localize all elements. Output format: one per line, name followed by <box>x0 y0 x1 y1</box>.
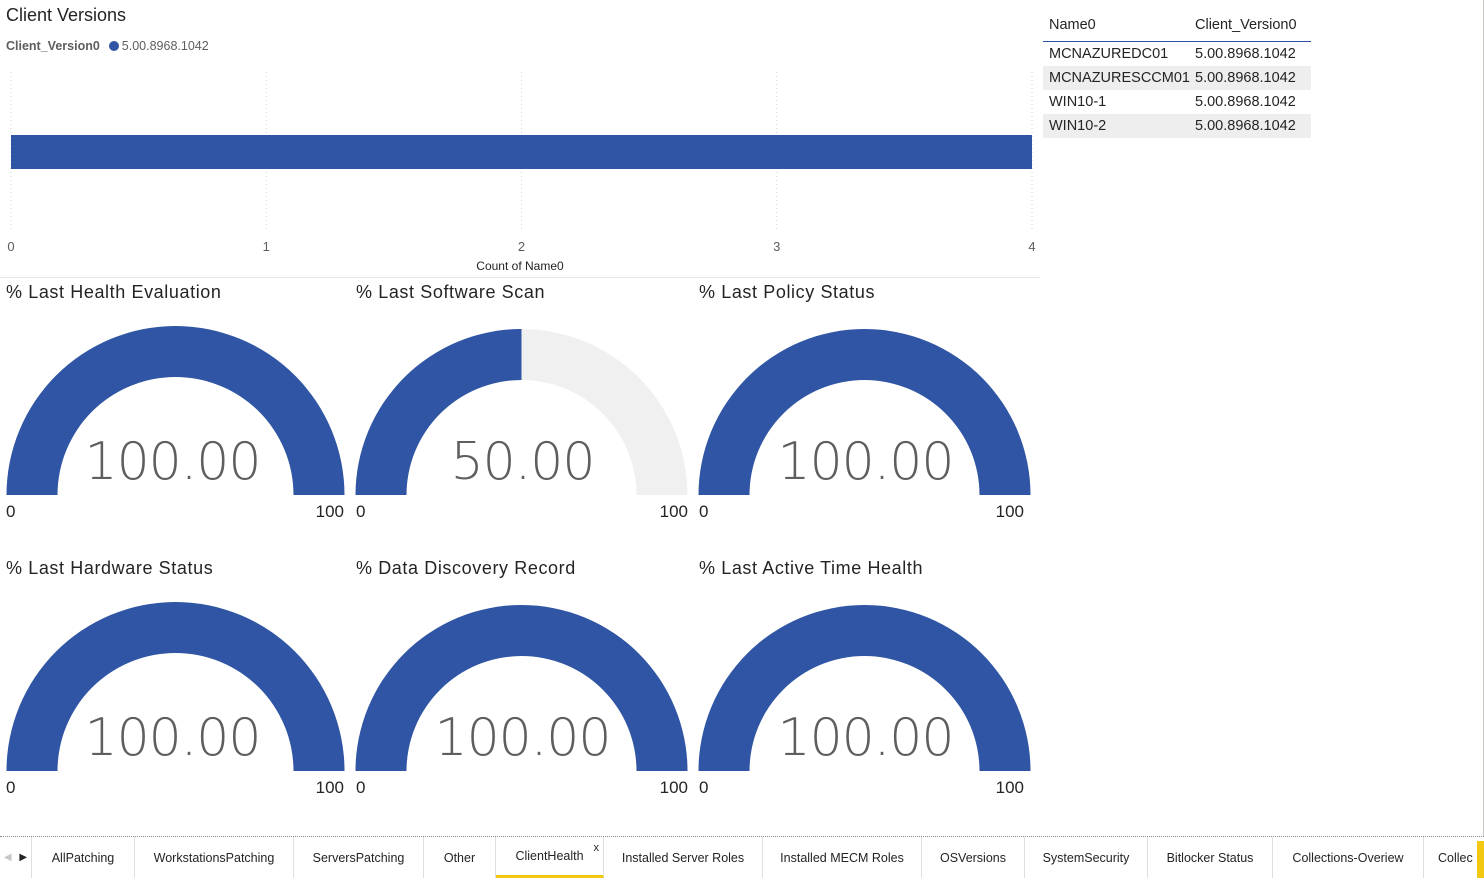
gauge-value: 50.00 <box>450 432 596 492</box>
table-cell: 5.00.8968.1042 <box>1195 118 1296 134</box>
gauge-value: 100.00 <box>84 708 262 768</box>
gauge-max: 100 <box>659 502 688 521</box>
tab-label: Collections-Overiew <box>1292 850 1404 865</box>
table-row[interactable]: WIN10-2 5.00.8968.1042 <box>1043 114 1311 138</box>
gauge-value: 100.00 <box>777 708 955 768</box>
table-cell: 5.00.8968.1042 <box>1195 70 1296 86</box>
table-cell: 5.00.8968.1042 <box>1195 94 1296 110</box>
tab-allpatching[interactable]: AllPatching <box>32 837 135 878</box>
gauge-arc <box>6 602 345 771</box>
column-header-client-version0[interactable]: Client_Version0 <box>1195 17 1311 33</box>
gauge-max: 100 <box>659 778 688 797</box>
gauge-last-software-scan[interactable]: % Last Software Scan 50.00 0 100 <box>350 282 695 542</box>
tab-label: Installed Server Roles <box>621 850 745 865</box>
client-versions-title: Client Versions <box>6 5 127 25</box>
gauge-max: 100 <box>995 502 1024 521</box>
tab-systemsecurity[interactable]: SystemSecurity <box>1025 837 1148 878</box>
page-tabs: ◀ ▶ AllPatching WorkstationsPatching Ser… <box>0 836 1484 878</box>
tab-other[interactable]: Other <box>424 837 496 878</box>
chart-legend[interactable]: Client_Version0 5.00.8968.1042 <box>6 39 209 53</box>
x-tick-label: 1 <box>263 239 270 254</box>
tab-collec[interactable]: Collec <box>1424 837 1484 878</box>
x-tick-label: 3 <box>773 239 780 254</box>
tab-label: Installed MECM Roles <box>780 850 904 865</box>
tab-osversions[interactable]: OSVersions <box>922 837 1025 878</box>
tab-installed-mecm-roles[interactable]: Installed MECM Roles <box>763 837 922 878</box>
gauge-arc <box>6 326 345 495</box>
tab-label: ClientHealth <box>515 849 584 863</box>
table-row[interactable]: WIN10-1 5.00.8968.1042 <box>1043 90 1311 114</box>
table-row[interactable]: MCNAZUREDC01 5.00.8968.1042 <box>1043 42 1311 66</box>
gauge-min: 0 <box>6 778 16 797</box>
tab-label: OSVersions <box>939 850 1006 865</box>
gauge-value: 100.00 <box>777 432 955 492</box>
chevron-left-icon[interactable]: ◀ <box>0 837 16 878</box>
tab-label: AllPatching <box>51 850 115 865</box>
tab-label: SystemSecurity <box>1042 850 1130 865</box>
gauge-value: 100.00 <box>434 708 612 768</box>
gauge-min: 0 <box>356 778 366 797</box>
gauge-data-discovery-record[interactable]: % Data Discovery Record 100.00 0 100 <box>350 558 695 818</box>
gauge-value: 100.00 <box>84 432 262 492</box>
tab-installed-server-roles[interactable]: Installed Server Roles <box>604 837 763 878</box>
gauge-arc <box>355 604 688 771</box>
gauge-last-hardware-status[interactable]: % Last Hardware Status 100.00 0 100 <box>0 558 345 818</box>
table-header: Name0 Client_Version0 <box>1043 8 1311 42</box>
gauge-max: 100 <box>315 778 344 797</box>
tab-label: Other <box>443 850 476 865</box>
tab-label: Bitlocker Status <box>1166 850 1254 865</box>
gauge-max: 100 <box>315 502 344 521</box>
legend-title: Client_Version0 <box>6 39 100 53</box>
gauge-min: 0 <box>356 502 366 521</box>
scroll-indicator <box>1477 841 1484 878</box>
x-tick-label: 0 <box>7 239 14 254</box>
table-cell: WIN10-1 <box>1049 94 1107 110</box>
gauge-arc <box>355 329 688 495</box>
tab-workstationspatching[interactable]: WorkstationsPatching <box>135 837 294 878</box>
chevron-right-icon[interactable]: ▶ <box>16 837 32 878</box>
gauge-last-active-time-health[interactable]: % Last Active Time Health 100.00 0 100 <box>693 558 1038 818</box>
bar-chart-plot[interactable]: 0 1 2 3 4 <box>0 60 1040 258</box>
bar[interactable] <box>11 135 1032 169</box>
table-cell: 5.00.8968.1042 <box>1195 46 1296 62</box>
tab-collections-overiew[interactable]: Collections-Overiew <box>1273 837 1424 878</box>
gauge-min: 0 <box>6 502 16 521</box>
gauge-arc <box>698 328 1031 495</box>
legend-item[interactable]: 5.00.8968.1042 <box>122 39 209 53</box>
tab-label: ServersPatching <box>312 850 405 865</box>
table-cell: MCNAZURESCCM01 <box>1049 70 1190 86</box>
column-header-name0[interactable]: Name0 <box>1043 17 1195 33</box>
close-icon[interactable]: x <box>594 842 600 854</box>
tab-label: Collec <box>1438 850 1473 865</box>
gauge-min: 0 <box>699 778 709 797</box>
gauge-last-health-evaluation[interactable]: % Last Health Evaluation 100.00 0 100 <box>0 282 345 542</box>
tab-serverspatching[interactable]: ServersPatching <box>294 837 424 878</box>
tab-label: WorkstationsPatching <box>153 850 275 865</box>
table-row[interactable]: MCNAZURESCCM01 5.00.8968.1042 <box>1043 66 1311 90</box>
tab-bitlocker-status[interactable]: Bitlocker Status <box>1148 837 1273 878</box>
x-tick-label: 4 <box>1028 239 1035 254</box>
table-cell: WIN10-2 <box>1049 118 1107 134</box>
gauge-min: 0 <box>699 502 709 521</box>
gauge-arc <box>698 604 1031 771</box>
x-axis-title: Count of Name0 <box>476 259 564 273</box>
legend-dot-icon <box>108 41 119 51</box>
table-cell: MCNAZUREDC01 <box>1049 46 1169 62</box>
gauge-last-policy-status[interactable]: % Last Policy Status 100.00 0 100 <box>693 282 1038 542</box>
client-table[interactable]: Name0 Client_Version0 MCNAZUREDC01 5.00.… <box>1043 8 1311 138</box>
tab-clienthealth[interactable]: ClientHealth x <box>496 837 604 878</box>
visual-divider <box>0 277 1040 278</box>
x-tick-label: 2 <box>518 239 525 254</box>
client-versions-visual[interactable]: Client Versions Client_Version0 5.00.896… <box>0 0 1040 278</box>
gauge-max: 100 <box>995 778 1024 797</box>
